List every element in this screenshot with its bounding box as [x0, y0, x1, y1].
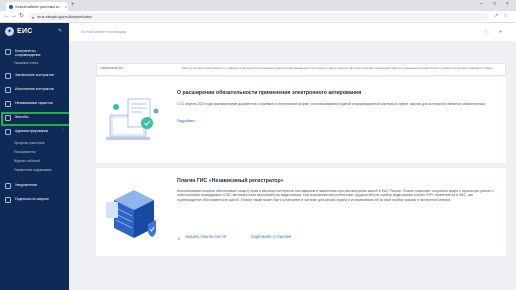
sidebar: ✦ ЕИС ✎ Контрагенты сопровождения Указан…: [0, 23, 69, 290]
sidebar-subitem-event-log[interactable]: Журнал событий: [14, 159, 40, 163]
main-content: Личный кабинет поставщика ⓘ ● Уважаемый(…: [69, 23, 516, 290]
sidebar-item-label: Администрирование: [15, 129, 49, 133]
help-icon[interactable]: ⓘ: [484, 29, 489, 36]
browser-nav-bar: ← → ↻ ● eruz.zakupki.gov.ru/lk/report/ca…: [0, 11, 516, 23]
sidebar-item-contract-conclusion[interactable]: Заключение контрактов: [0, 73, 69, 79]
plugin-card: Плагин ГИС «Независимый регистратор» Исп…: [96, 168, 506, 256]
sidebar-item-label: Подписка на закупки: [15, 197, 49, 201]
logo[interactable]: ✦ ЕИС: [5, 27, 33, 36]
lock-icon: ●: [32, 14, 35, 20]
admin-icon: [5, 129, 11, 135]
browser-tab[interactable]: Личный кабинет участника за... ×: [6, 2, 68, 11]
laptop-illustration-icon: [106, 98, 159, 140]
back-button[interactable]: ←: [4, 13, 10, 20]
card-text: С 01 апреля 2023 года формирование докум…: [177, 102, 486, 106]
maximize-icon[interactable]: □: [493, 1, 496, 7]
download-plugin-link[interactable]: СКАЧАТЬ ПЛАГИН ГИС НР: [185, 235, 227, 239]
selection-highlight: [1, 112, 79, 126]
reload-button[interactable]: ↻: [19, 13, 24, 20]
page-header: Личный кабинет поставщика ⓘ ●: [69, 23, 516, 41]
sidebar-subitem-profile[interactable]: Профиль участника: [14, 141, 45, 145]
card-title: Плагин ГИС «Независимый регистратор»: [177, 178, 284, 184]
sidebar-item-label-line2: сопровождения: [15, 53, 41, 58]
breadcrumb[interactable]: Личный кабинет поставщика: [81, 30, 126, 34]
sidebar-item-label: Исполнение контрактов: [15, 87, 54, 91]
sidebar-item-purchase-subscription[interactable]: Подписка на закупки: [0, 197, 69, 203]
guarantee-icon: [5, 101, 11, 107]
document-icon: [5, 73, 11, 79]
pin-icon[interactable]: ✎: [58, 28, 62, 34]
sidebar-item-contract-execution[interactable]: Исполнение контрактов: [0, 87, 69, 93]
sidebar-item-notifications[interactable]: Уведомления: [0, 183, 69, 189]
sidebar-item-guarantees[interactable]: Независимые гарантии: [0, 101, 69, 107]
notice-banner: Уважаемый(ая) ... • Все установки програ…: [96, 63, 506, 76]
download-icon[interactable]: ⤓: [178, 235, 180, 240]
close-window-icon[interactable]: ×: [506, 1, 509, 7]
url-text: eruz.zakupki.gov.ru/lk/report/cabs/: [37, 15, 92, 19]
subscription-icon: [5, 197, 11, 203]
logo-text: ЕИС: [17, 28, 33, 35]
bell-icon: [5, 183, 11, 189]
e-acts-card: О расширении обязательности применения э…: [96, 77, 506, 163]
sidebar-item-administration[interactable]: Администрирование: [0, 129, 69, 135]
server-illustration-icon: [106, 190, 156, 238]
sidebar-item-label: Уведомления: [15, 183, 37, 187]
forward-button[interactable]: →: [11, 13, 17, 20]
more-link[interactable]: Подробнее ›: [177, 119, 196, 123]
profile-icon[interactable]: ○: [504, 13, 507, 19]
card-text: Использование плагина обеспечивает защит…: [177, 189, 494, 202]
sidebar-subitem-users[interactable]: Пользователи: [14, 150, 36, 154]
tab-close-icon[interactable]: ×: [65, 4, 67, 9]
address-bar[interactable]: ● eruz.zakupki.gov.ru/lk/report/cabs/: [28, 13, 488, 21]
sidebar-item-label: Независимые гарантии: [15, 101, 53, 105]
sidebar-item-label: Заключение контрактов: [15, 73, 54, 77]
plugin-details-link[interactable]: ПОДРОБНЕЕ О ПЛАГИНЕ: [251, 235, 292, 239]
check-document-icon: [5, 87, 11, 93]
emblem-icon: ✦: [5, 27, 14, 36]
share-icon[interactable]: ↗: [494, 13, 498, 19]
tab-title: Личный кабинет участника за...: [15, 4, 62, 9]
browser-tab-bar: Личный кабинет участника за... × + – □ ×: [0, 0, 516, 11]
sidebar-subitem-subscriptions[interactable]: Управление подписками: [14, 168, 51, 172]
favicon-icon: [9, 4, 13, 9]
sidebar-item-contractors[interactable]: Контрагенты сопровождения: [0, 49, 69, 57]
minimize-icon[interactable]: –: [480, 1, 483, 7]
card-title: О расширении обязательности применения э…: [177, 90, 362, 96]
notice-label: Уважаемый(ая) ...: [100, 66, 127, 70]
handshake-icon: [5, 49, 11, 55]
user-icon[interactable]: ●: [499, 29, 502, 35]
notice-text: • Все установки программного и данных в …: [181, 66, 494, 70]
chevron-up-icon[interactable]: ⌃: [62, 129, 65, 133]
new-tab-button[interactable]: +: [71, 2, 75, 9]
sidebar-subitem-accounts[interactable]: Указаные счёта: [14, 61, 38, 65]
